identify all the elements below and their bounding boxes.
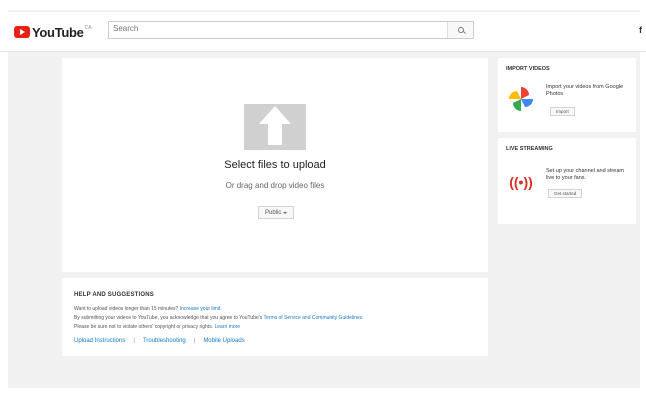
learn-more-link[interactable]: Learn more: [214, 324, 240, 330]
help-line-text: By submitting your videos to YouTube, yo…: [74, 315, 263, 321]
help-line-limit: Want to upload videos longer than 15 min…: [74, 306, 222, 312]
account-icon[interactable]: f: [639, 25, 642, 35]
help-line-copyright: Please be sure not to violate others' co…: [74, 324, 240, 330]
import-videos-card: IMPORT VIDEOS Import your videos from Go…: [498, 58, 636, 132]
import-button[interactable]: Import: [550, 107, 575, 116]
separator: |: [193, 338, 196, 344]
logo-region: CA: [84, 25, 92, 31]
get-started-button[interactable]: Get started: [548, 189, 583, 198]
help-line-text: Want to upload videos longer than 15 min…: [74, 306, 179, 312]
live-broadcast-icon: ((•)): [509, 174, 533, 190]
search-box: [108, 21, 474, 39]
troubleshooting-link[interactable]: Troubleshooting: [143, 338, 186, 344]
import-card-title: IMPORT VIDEOS: [506, 66, 550, 72]
live-streaming-card: LIVE STREAMING ((•)) Set up your channel…: [498, 138, 636, 224]
privacy-label: Public: [265, 209, 282, 216]
increase-limit-link[interactable]: Increase your limit.: [180, 306, 222, 312]
google-photos-icon: [509, 87, 533, 111]
upload-arrow-icon[interactable]: [244, 104, 306, 150]
upload-subtitle: Or drag and drop video files: [225, 181, 325, 190]
upload-instructions-link[interactable]: Upload Instructions: [74, 338, 125, 344]
import-card-body: Import your videos from Google Photos: [546, 84, 624, 97]
upload-title[interactable]: Select files to upload: [62, 159, 488, 171]
search-icon: [457, 27, 464, 33]
play-icon: [14, 26, 30, 38]
live-card-body: Set up your channel and stream live to y…: [546, 168, 624, 181]
help-line-terms: By submitting your videos to YouTube, yo…: [74, 315, 364, 321]
help-line-text: Please be sure not to violate others' co…: [74, 324, 214, 330]
live-card-title: LIVE STREAMING: [506, 146, 553, 152]
help-section: HELP AND SUGGESTIONS Want to upload vide…: [62, 278, 488, 356]
logo-text: YouTube: [32, 24, 84, 40]
privacy-dropdown[interactable]: Public: [258, 206, 295, 219]
separator: |: [133, 338, 135, 344]
search-button[interactable]: [447, 22, 473, 38]
mobile-uploads-link[interactable]: Mobile Uploads: [203, 338, 244, 344]
masthead: YouTube CA f: [0, 12, 646, 52]
upload-panel[interactable]: Select files to upload Or drag and drop …: [62, 58, 488, 272]
youtube-logo[interactable]: YouTube CA: [14, 22, 92, 42]
help-links: Upload Instructions | Troubleshooting | …: [74, 338, 245, 344]
chevron-down-icon: [283, 211, 288, 214]
help-title: HELP AND SUGGESTIONS: [74, 292, 155, 298]
terms-link[interactable]: Terms of Service and Community Guideline…: [264, 315, 364, 321]
search-input[interactable]: [113, 24, 433, 33]
